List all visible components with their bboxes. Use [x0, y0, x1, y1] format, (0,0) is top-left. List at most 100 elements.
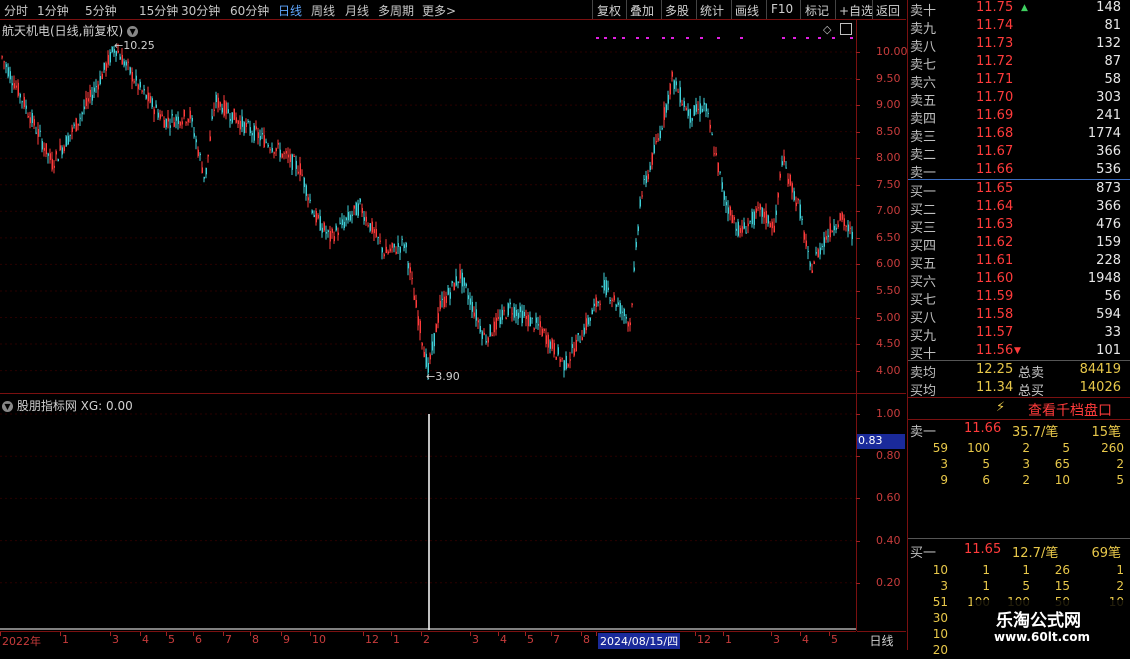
candle-body [125, 61, 127, 66]
candle-body [207, 154, 209, 157]
tab-multi-period[interactable]: 多周期 [378, 2, 414, 19]
chevron-down-icon[interactable]: ▼ [2, 401, 13, 412]
candle-body [359, 198, 361, 202]
candle-body [539, 321, 541, 328]
date-axis-tick [829, 632, 830, 636]
candle-body [381, 247, 383, 253]
candle-body [257, 132, 259, 139]
candle-body [517, 312, 519, 319]
tab-60min[interactable]: 60分钟 [230, 2, 269, 19]
signal-marker [686, 37, 689, 39]
price-axis-label: 4.50 [876, 337, 901, 351]
diamond-icon[interactable]: ◇ [823, 23, 831, 36]
candle-body [537, 324, 539, 326]
kline-chart[interactable]: 航天机电(日线,前复权) ▼ ←10.25 ←3.90 ◇ [0, 20, 856, 393]
tab-monthly[interactable]: 月线 [345, 2, 369, 19]
mark-button[interactable]: 标记 [805, 2, 829, 19]
adjust-button[interactable]: 复权 [597, 2, 621, 19]
tab-15min[interactable]: 15分钟 [139, 2, 178, 19]
tab-1min[interactable]: 1分钟 [37, 2, 69, 19]
candle-body [159, 114, 161, 119]
candle-body [85, 97, 87, 106]
tab-intraday[interactable]: 分时 [4, 2, 28, 19]
tab-weekly[interactable]: 周线 [311, 2, 335, 19]
tick-cell: 2 [1022, 473, 1030, 487]
candle-body [843, 218, 845, 227]
f10-button[interactable]: F10 [771, 2, 793, 16]
price-axis-label: 9.50 [876, 71, 901, 85]
candle-body [385, 246, 387, 254]
candle-body [277, 142, 279, 145]
tab-daily[interactable]: 日线 [278, 2, 302, 19]
overlay-button[interactable]: 叠加 [630, 2, 654, 19]
bid-label: 买七 [910, 293, 937, 308]
bid-label: 买六 [910, 275, 937, 290]
tab-more[interactable]: 更多> [422, 2, 456, 19]
candle-body [303, 177, 305, 187]
candle-body [131, 72, 133, 82]
chevron-down-icon[interactable]: ▼ [127, 26, 139, 37]
candle-body [727, 207, 729, 214]
candle-body [67, 135, 69, 145]
candle-body [491, 334, 493, 336]
add-watchlist-button[interactable]: +自选 [839, 2, 873, 19]
candle-body [51, 158, 53, 170]
candle-body [739, 228, 741, 233]
date-axis-label: 8 [252, 633, 259, 646]
candle-body [237, 120, 239, 125]
candle-body [827, 235, 829, 238]
statistics-button[interactable]: 统计 [700, 2, 724, 19]
kline-svg [0, 37, 856, 380]
candle-body [463, 277, 465, 286]
candle-body [705, 103, 707, 112]
candle-body [737, 221, 739, 236]
candle-body [151, 98, 153, 107]
candle-body [79, 117, 81, 119]
candle-body [233, 108, 235, 120]
candle-body [789, 174, 791, 186]
candle-body [599, 303, 601, 305]
bid-label: 买三 [910, 221, 937, 236]
multi-stock-button[interactable]: 多股 [665, 2, 689, 19]
bid-price: 11.65 [976, 181, 1014, 196]
date-axis-label: 4 [500, 633, 507, 646]
candle-body [415, 300, 417, 308]
candle-body [765, 210, 767, 224]
bid-price: 11.57 [976, 325, 1014, 340]
candle-body [269, 149, 271, 151]
tick-cell: 15 [1054, 579, 1070, 593]
tick-cell: 1 [1022, 563, 1030, 577]
depth-sell1-label: 卖一 [910, 425, 937, 440]
candle-body [393, 243, 395, 248]
price-axis-tick [856, 52, 860, 53]
depth-button[interactable]: 查看千档盘口 [1028, 400, 1112, 420]
candle-body [605, 280, 607, 296]
period-label[interactable]: 日线 [857, 631, 906, 651]
candle-body [461, 272, 463, 287]
back-button[interactable]: 返回 [876, 2, 900, 19]
candle-body [817, 249, 819, 258]
candle-body [505, 318, 507, 320]
candle-body [203, 176, 205, 179]
spread-divider [908, 179, 1130, 180]
depth-buy1-count: 69笔 [1091, 546, 1121, 561]
ask-volume: 81 [1104, 18, 1121, 33]
tick-cell: 59 [932, 441, 948, 455]
draw-line-button[interactable]: 画线 [735, 2, 759, 19]
date-axis-tick [581, 632, 582, 636]
signal-marker [782, 37, 785, 39]
indicator-axis-tick [856, 498, 860, 500]
candle-body [591, 309, 593, 315]
tab-5min[interactable]: 5分钟 [85, 2, 117, 19]
ask-row: 卖六 11.71 58 [908, 72, 1130, 91]
candle-body [493, 321, 495, 333]
candle-body [43, 147, 45, 151]
candle-body [167, 117, 169, 122]
indicator-chart[interactable]: ▼ 股朋指标网 XG: 0.00 [0, 395, 856, 630]
candle-body [119, 56, 121, 60]
tab-30min[interactable]: 30分钟 [181, 2, 220, 19]
candle-body [175, 116, 177, 121]
candle-body [543, 329, 545, 331]
ask-label: 卖三 [910, 130, 937, 145]
window-toggle-icon[interactable] [840, 23, 852, 35]
